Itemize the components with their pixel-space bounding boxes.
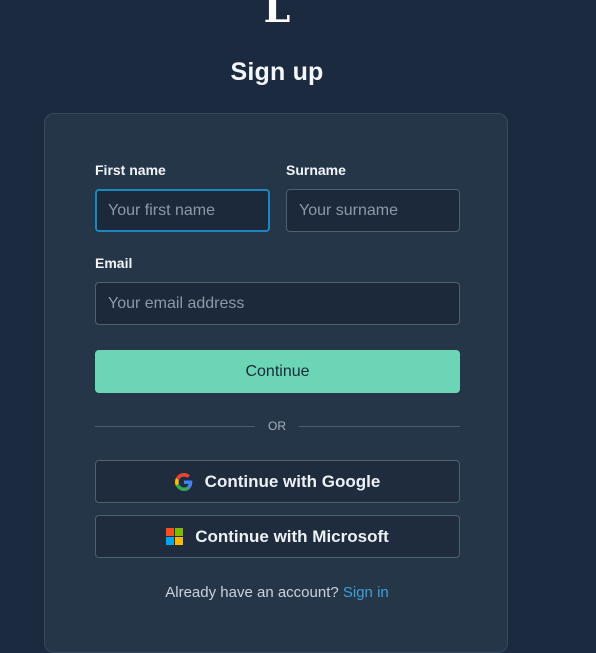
continue-with-microsoft-label: Continue with Microsoft	[195, 526, 389, 546]
continue-with-google-button[interactable]: Continue with Google	[95, 460, 460, 503]
surname-input[interactable]	[286, 189, 460, 232]
sign-in-link[interactable]: Sign in	[343, 584, 389, 601]
email-label: Email	[95, 255, 133, 271]
app-logo: L	[263, 0, 291, 31]
or-divider-label: OR	[268, 419, 286, 433]
google-icon	[174, 472, 193, 491]
divider-line-right	[299, 426, 460, 427]
first-name-label: First name	[95, 162, 166, 178]
first-name-input[interactable]	[95, 189, 270, 232]
email-input[interactable]	[95, 282, 460, 325]
surname-label: Surname	[286, 162, 346, 178]
continue-with-google-label: Continue with Google	[204, 471, 381, 491]
continue-with-microsoft-button[interactable]: Continue with Microsoft	[95, 515, 460, 558]
microsoft-icon	[166, 528, 184, 545]
page-title: Sign up	[230, 58, 324, 86]
signin-prompt-text: Already have an account?	[165, 584, 339, 601]
signup-card: First name Surname Email Continue OR Con…	[44, 113, 508, 653]
continue-button[interactable]: Continue	[95, 350, 460, 393]
divider-line-left	[95, 426, 255, 427]
signin-prompt: Already have an account? Sign in	[45, 584, 509, 602]
